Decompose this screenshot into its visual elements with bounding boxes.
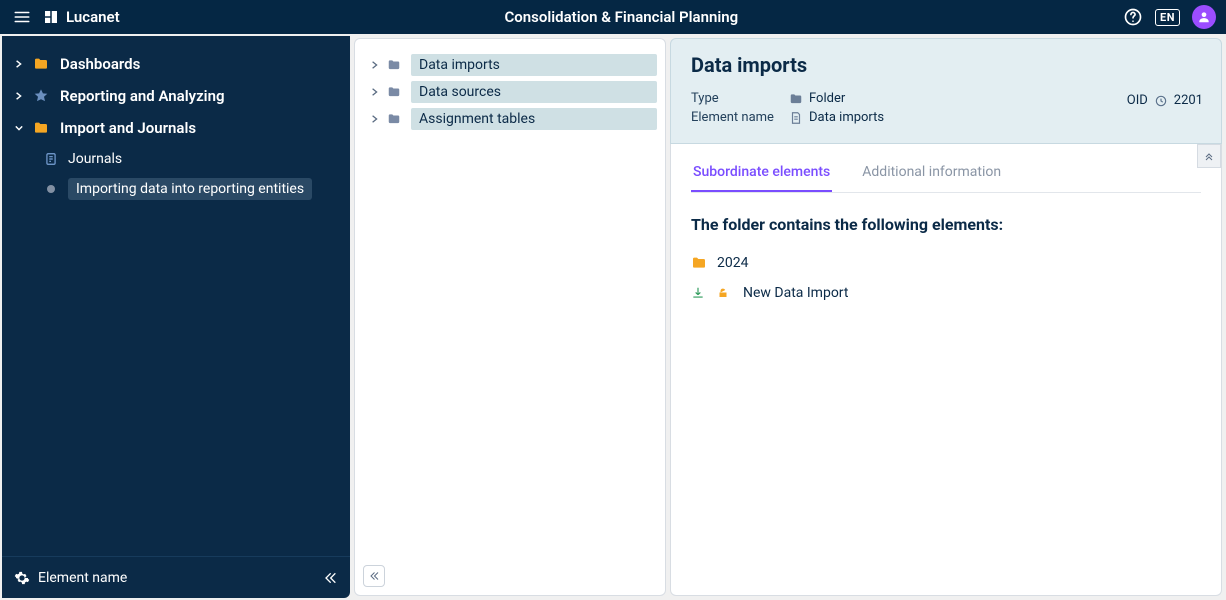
folder-icon [387, 58, 403, 72]
folder-icon [789, 92, 803, 106]
element-row-import[interactable]: New Data Import [691, 278, 1201, 308]
collapse-tree-icon[interactable] [363, 565, 385, 587]
main-sidebar: Dashboards Reporting and Analyzing Impor… [2, 36, 350, 598]
sidebar-item-label: Dashboards [60, 55, 140, 73]
chevron-down-icon [12, 124, 26, 132]
tab-additional-information[interactable]: Additional information [860, 154, 1003, 192]
bullet-icon [42, 185, 60, 193]
element-label: 2024 [717, 255, 748, 271]
sidebar-item-dashboards[interactable]: Dashboards [2, 48, 350, 80]
document-icon [42, 152, 60, 166]
object-tree-panel: Data imports Data sources Assignment tab… [354, 38, 666, 596]
detail-title: Data imports [691, 53, 1201, 77]
sidebar-item-reporting[interactable]: Reporting and Analyzing [2, 80, 350, 112]
meta-type-label: Type [691, 91, 789, 106]
sidebar-subitem-journals[interactable]: Journals [42, 144, 350, 174]
detail-header: Data imports Type Folder Element name Da… [670, 38, 1222, 144]
download-icon [691, 286, 707, 300]
tab-subordinate-elements[interactable]: Subordinate elements [691, 154, 832, 192]
tree-item-data-imports[interactable]: Data imports [363, 51, 657, 78]
chevron-right-icon [12, 60, 26, 68]
sidebar-item-label: Reporting and Analyzing [60, 87, 224, 105]
language-badge[interactable]: EN [1155, 9, 1180, 26]
oid-value: 2201 [1174, 93, 1203, 108]
tab-label: Subordinate elements [693, 164, 830, 180]
folder-icon [32, 120, 50, 136]
brand-name: Lucanet [66, 8, 120, 26]
element-label: New Data Import [743, 285, 848, 301]
tree-item-data-sources[interactable]: Data sources [363, 78, 657, 105]
meta-name-label: Element name [691, 110, 789, 125]
meta-name-value: Data imports [809, 110, 884, 125]
folder-contains-heading: The folder contains the following elemen… [691, 215, 1201, 234]
tab-label: Additional information [862, 164, 1001, 180]
meta-type-value: Folder [809, 91, 845, 106]
sidebar-item-label: Import and Journals [60, 119, 196, 137]
tree-item-assignment-tables[interactable]: Assignment tables [363, 105, 657, 132]
chevron-right-icon [12, 92, 26, 100]
star-icon [32, 88, 50, 104]
gear-icon[interactable] [14, 570, 30, 586]
sidebar-subitem-label: Journals [68, 151, 122, 167]
folder-icon [387, 85, 403, 99]
chevron-right-icon [367, 61, 383, 69]
collapse-detail-icon[interactable] [1197, 144, 1221, 168]
tree-item-label: Data imports [411, 54, 657, 76]
collapse-sidebar-icon[interactable] [322, 570, 338, 586]
chevron-right-icon [367, 88, 383, 96]
sidebar-footer-label: Element name [38, 570, 127, 586]
tree-item-label: Assignment tables [411, 108, 657, 130]
sidebar-subitem-label: Importing data into reporting entities [68, 178, 312, 200]
sidebar-item-import-journals[interactable]: Import and Journals [2, 112, 350, 144]
sidebar-subitem-importing[interactable]: Importing data into reporting entities [42, 174, 350, 204]
help-icon[interactable] [1123, 7, 1143, 27]
detail-panel: Data imports Type Folder Element name Da… [670, 38, 1222, 596]
hamburger-icon[interactable] [10, 5, 34, 29]
folder-icon [387, 112, 403, 126]
tree-item-label: Data sources [411, 81, 657, 103]
document-icon [789, 111, 803, 125]
user-avatar[interactable] [1192, 5, 1216, 29]
clock-icon [1154, 94, 1168, 108]
folder-icon [691, 255, 707, 271]
brand-logo: Lucanet [42, 8, 120, 26]
folder-icon [32, 56, 50, 72]
lock-open-icon [717, 287, 733, 299]
oid-label: OID [1127, 93, 1148, 108]
app-title: Consolidation & Financial Planning [120, 8, 1123, 26]
chevron-right-icon [367, 115, 383, 123]
element-row-folder[interactable]: 2024 [691, 248, 1201, 278]
